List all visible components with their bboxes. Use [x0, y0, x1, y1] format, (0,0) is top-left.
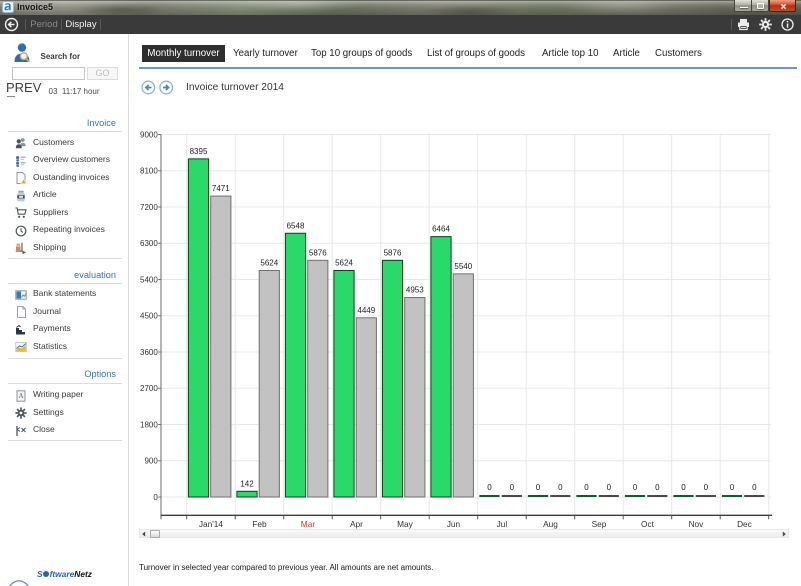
svg-text:Jun: Jun — [447, 519, 461, 529]
svg-text:0: 0 — [681, 483, 686, 492]
svg-text:0: 0 — [558, 483, 563, 492]
svg-text:0: 0 — [730, 483, 735, 492]
svg-text:0: 0 — [633, 483, 638, 492]
svg-text:Sep: Sep — [592, 519, 607, 529]
svg-text:Mar: Mar — [301, 519, 316, 529]
svg-text:May: May — [397, 519, 414, 529]
svg-text:0: 0 — [607, 483, 612, 492]
svg-text:6464: 6464 — [432, 225, 450, 234]
svg-text:0: 0 — [510, 483, 515, 492]
svg-text:8395: 8395 — [190, 147, 208, 156]
svg-text:A: A — [18, 392, 23, 400]
svg-text:6548: 6548 — [287, 221, 305, 230]
svg-text:4449: 4449 — [357, 306, 375, 315]
svg-text:5624: 5624 — [260, 258, 278, 267]
svg-text:7471: 7471 — [212, 184, 230, 193]
svg-text:9000: 9000 — [140, 130, 158, 139]
svg-text:900: 900 — [144, 457, 158, 466]
svg-text:3600: 3600 — [140, 348, 158, 357]
svg-text:0: 0 — [487, 483, 492, 492]
svg-text:6300: 6300 — [140, 239, 158, 248]
svg-text:0: 0 — [704, 483, 709, 492]
svg-text:5876: 5876 — [384, 248, 402, 257]
svg-text:1800: 1800 — [140, 420, 158, 429]
svg-text:0: 0 — [536, 483, 541, 492]
svg-text:Apr: Apr — [350, 519, 363, 529]
svg-text:0: 0 — [752, 483, 757, 492]
svg-text:5400: 5400 — [140, 275, 158, 284]
svg-text:Oct: Oct — [641, 519, 655, 529]
svg-text:0: 0 — [153, 493, 158, 502]
svg-text:Feb: Feb — [252, 519, 267, 529]
svg-text:5876: 5876 — [309, 248, 327, 257]
svg-text:Nov: Nov — [689, 519, 705, 529]
svg-text:Aug: Aug — [543, 519, 558, 529]
svg-text:Dec: Dec — [737, 519, 752, 529]
svg-text:Jan'14: Jan'14 — [199, 519, 224, 529]
svg-text:5540: 5540 — [454, 262, 472, 271]
svg-text:7200: 7200 — [140, 203, 158, 212]
svg-text:0: 0 — [655, 483, 660, 492]
svg-text:142: 142 — [240, 479, 254, 488]
svg-text:4953: 4953 — [406, 286, 424, 295]
svg-text:4500: 4500 — [140, 312, 158, 321]
svg-text:2700: 2700 — [140, 384, 158, 393]
svg-text:5624: 5624 — [335, 258, 353, 267]
svg-text:8100: 8100 — [140, 167, 158, 176]
svg-text:Jul: Jul — [497, 519, 508, 529]
svg-text:0: 0 — [584, 483, 589, 492]
